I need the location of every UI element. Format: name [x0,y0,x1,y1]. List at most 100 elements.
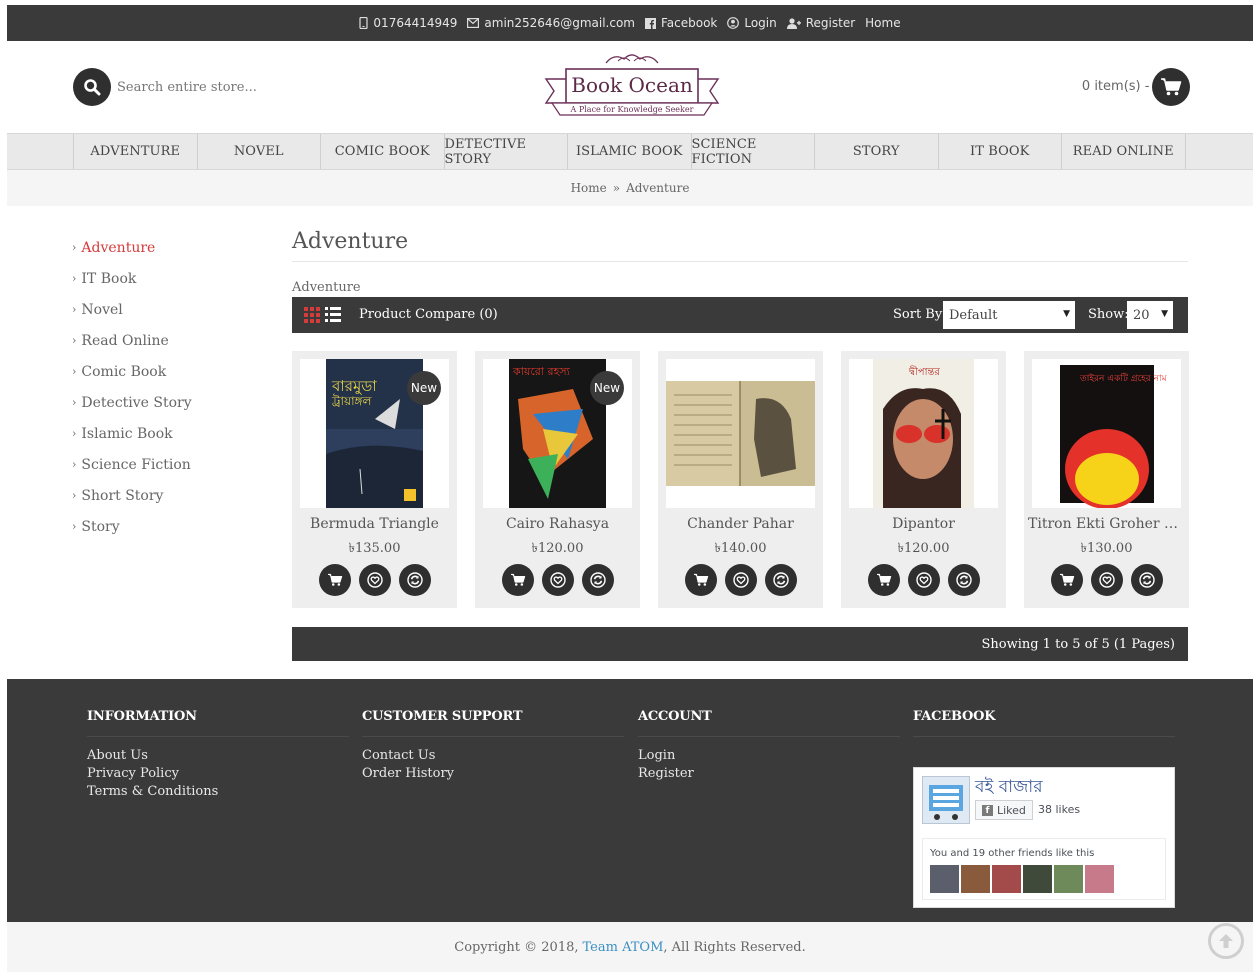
facebook-link[interactable]: Facebook [644,16,717,30]
sidebar-item-read-online[interactable]: › Read Online [72,325,272,356]
sidebar-item-novel[interactable]: › Novel [72,294,272,325]
compare-button[interactable] [581,564,614,596]
add-to-cart-button[interactable] [867,564,900,596]
facebook-friend-avatars [930,865,1114,893]
team-link[interactable]: Team ATOM [583,940,664,955]
product-compare-link[interactable]: Product Compare (0) [359,307,498,322]
product-name[interactable]: Cairo Rahasya [475,516,640,532]
facebook-page-avatar[interactable] [922,776,970,824]
nav-item-read-online[interactable]: READ ONLINE [1062,134,1186,169]
add-to-wishlist-button[interactable] [541,564,574,596]
site-logo[interactable]: Book Ocean A Place for Knowledge Seeker [544,51,720,119]
product-image[interactable]: কায়রো রহস্য New [483,359,632,508]
show-select[interactable]: 20 ▼ [1127,301,1173,329]
search-input[interactable] [117,75,417,99]
compare-button[interactable] [398,564,431,596]
site-footer: INFORMATION About Us Privacy Policy Term… [7,679,1253,922]
product-card: বারমুডা ট্রায়াঙ্গল New Bermuda Triangle… [292,351,457,608]
nav-item-islamic-book[interactable]: ISLAMIC BOOK [568,134,692,169]
sidebar-item-science-fiction[interactable]: › Science Fiction [72,449,272,480]
nav-item-adventure[interactable]: ADVENTURE [74,134,198,169]
facebook-page-name[interactable]: বই বাজার [975,774,1043,802]
add-to-wishlist-button[interactable] [1090,564,1123,596]
register-link[interactable]: Register [786,16,855,30]
product-name[interactable]: Dipantor [841,516,1006,532]
refresh-icon [589,572,606,588]
compare-button[interactable] [947,564,980,596]
book-cover-dipantor: দ্বীপান্তর [873,359,974,508]
add-to-cart-button[interactable] [684,564,717,596]
compare-button[interactable] [1130,564,1163,596]
nav-item-it-book[interactable]: IT BOOK [939,134,1062,169]
home-link[interactable]: Home [865,16,900,30]
sidebar-item-islamic-book[interactable]: › Islamic Book [72,418,272,449]
sidebar-item-comic-book[interactable]: › Comic Book [72,356,272,387]
chevron-right-icon: › [72,334,77,347]
list-view-icon[interactable] [325,307,341,323]
logo-tagline: A Place for Knowledge Seeker [570,105,694,114]
footer-link-about-us[interactable]: About Us [87,747,349,765]
nav-item-detective-story[interactable]: DETECTIVE STORY [445,134,568,169]
footer-link-order-history[interactable]: Order History [362,765,624,783]
add-to-cart-button[interactable] [501,564,534,596]
nav-item-story[interactable]: STORY [815,134,939,169]
sidebar-item-adventure[interactable]: › Adventure [72,232,272,263]
footer-link-login[interactable]: Login [638,747,900,765]
svg-text:দ্বীপান্তর: দ্বীপান্তর [908,365,940,378]
footer-link-contact-us[interactable]: Contact Us [362,747,624,765]
avatar[interactable] [1023,865,1052,893]
footer-heading: CUSTOMER SUPPORT [362,709,624,737]
add-to-cart-button[interactable] [318,564,351,596]
avatar[interactable] [1054,865,1083,893]
footer-heading: FACEBOOK [913,709,1175,737]
breadcrumb-home[interactable]: Home [571,181,607,195]
avatar[interactable] [930,865,959,893]
footer-heading: ACCOUNT [638,709,900,737]
product-name[interactable]: Chander Pahar [658,516,823,532]
refresh-icon [772,572,789,588]
footer-link-privacy-policy[interactable]: Privacy Policy [87,765,349,783]
nav-item-science-fiction[interactable]: SCIENCE FICTION [692,134,815,169]
sidebar-item-label: Detective Story [81,394,192,411]
scroll-to-top-button[interactable] [1208,923,1244,959]
grid-view-icon[interactable] [304,307,320,323]
add-to-wishlist-button[interactable] [724,564,757,596]
footer-link-register[interactable]: Register [638,765,900,783]
search-button[interactable] [73,68,111,106]
avatar[interactable] [992,865,1021,893]
product-name[interactable]: Bermuda Triangle [292,516,457,532]
main-nav: ADVENTURE NOVEL COMIC BOOK DETECTIVE STO… [7,133,1253,170]
cart-button[interactable] [1152,68,1190,106]
add-to-wishlist-button[interactable] [358,564,391,596]
compare-button[interactable] [764,564,797,596]
product-image[interactable]: তাইরন একটি গ্রহের নাম [1032,359,1181,508]
sidebar-item-it-book[interactable]: › IT Book [72,263,272,294]
phone-link[interactable]: 01764414949 [359,16,457,30]
envelope-icon [467,18,480,28]
sidebar-item-short-story[interactable]: › Short Story [72,480,272,511]
add-to-wishlist-button[interactable] [907,564,940,596]
add-to-cart-button[interactable] [1050,564,1083,596]
chevron-right-icon: › [72,365,77,378]
email-link[interactable]: amin252646@gmail.com [467,16,635,30]
login-link[interactable]: Login [727,16,777,30]
sidebar-item-story[interactable]: › Story [72,511,272,542]
footer-customer-support: CUSTOMER SUPPORT Contact Us Order Histor… [362,709,624,783]
breadcrumb-current[interactable]: Adventure [626,181,689,195]
product-image[interactable] [666,359,815,508]
avatar[interactable] [961,865,990,893]
top-bar: 01764414949 amin252646@gmail.com Faceboo… [7,5,1253,41]
facebook-liked-button[interactable]: f Liked [975,800,1033,820]
chevron-right-icon: › [72,241,77,254]
product-image[interactable]: বারমুডা ট্রায়াঙ্গল New [300,359,449,508]
footer-link-terms-conditions[interactable]: Terms & Conditions [87,783,349,801]
nav-item-comic-book[interactable]: COMIC BOOK [321,134,445,169]
email-text: amin252646@gmail.com [484,16,635,30]
show-label: Show: [1088,307,1129,322]
sidebar-item-detective-story[interactable]: › Detective Story [72,387,272,418]
sort-select[interactable]: Default ▼ [943,301,1075,329]
product-image[interactable]: দ্বীপান্তর [849,359,998,508]
nav-item-novel[interactable]: NOVEL [198,134,321,169]
product-name[interactable]: Titron Ekti Groher N... [1024,516,1189,532]
avatar[interactable] [1085,865,1114,893]
